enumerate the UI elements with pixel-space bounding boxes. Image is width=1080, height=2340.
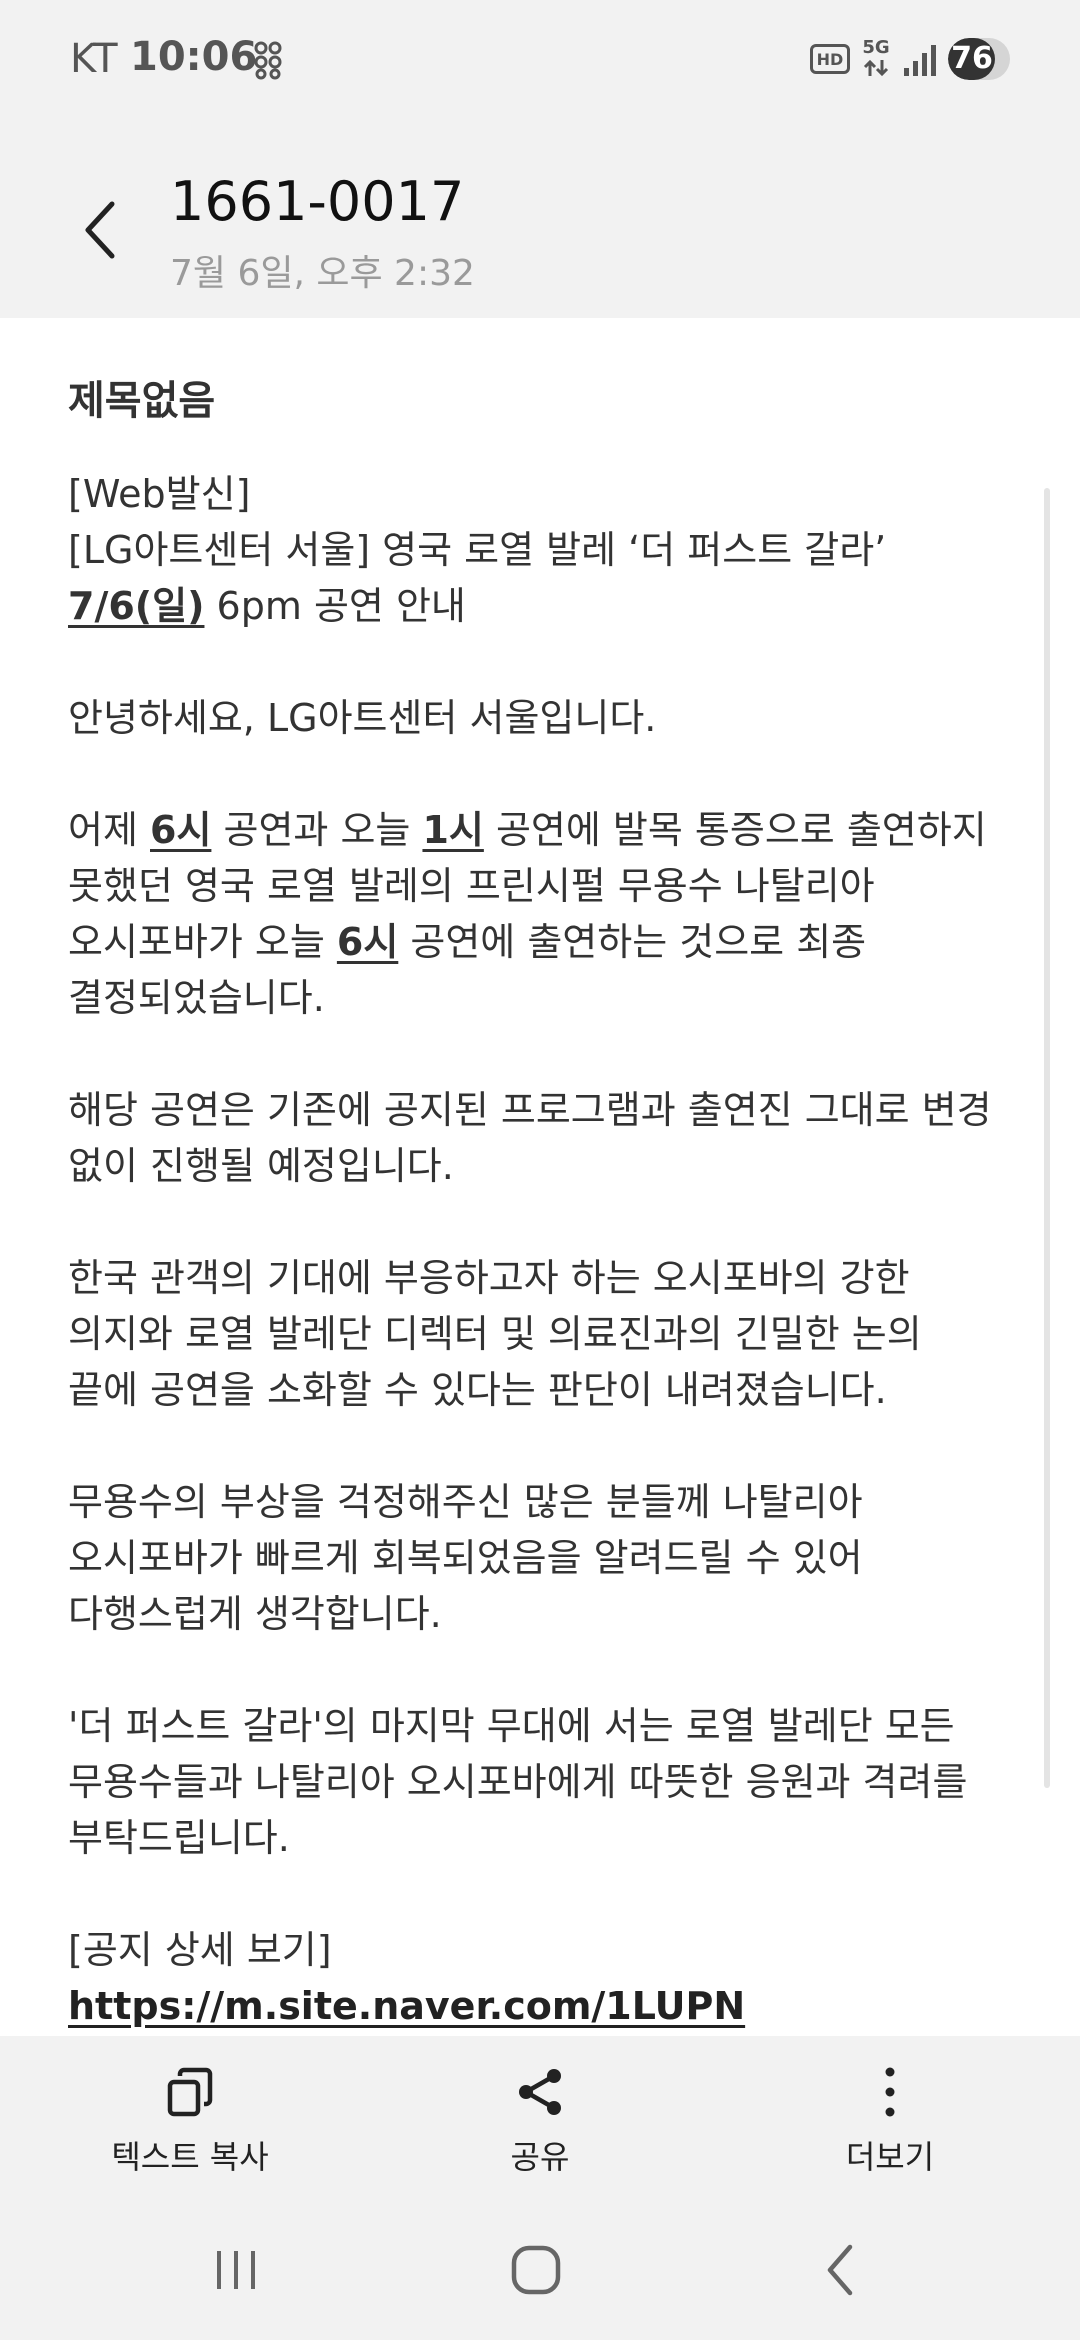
network-type-label: 5G (862, 37, 890, 58)
body-line: 부탁드립니다. (68, 1816, 290, 1860)
battery-percent: 76 (951, 41, 993, 76)
body-line: 7/6(일) 6pm 공연 안내 (68, 578, 1028, 634)
data-arrows-icon (863, 59, 889, 77)
body-line: 안녕하세요, LG아트센터 서울입니다. (68, 696, 657, 740)
body-line: 다행스럽게 생각합니다. (68, 1592, 442, 1636)
home-button[interactable] (496, 2240, 576, 2300)
share-button[interactable]: 공유 (410, 2066, 670, 2186)
body-line: 무용수의 부상을 걱정해주신 많은 분들께 나탈리아 (68, 1480, 863, 1524)
body-text: 공연에 발목 통증으로 출연하지 (483, 808, 987, 852)
message-content[interactable]: 제목없음 [Web발신] [LG아트센터 서울] 영국 로열 발레 ‘더 퍼스트… (0, 318, 1080, 2036)
body-line: 오시포바가 빠르게 회복되었음을 알려드릴 수 있어 (68, 1536, 863, 1580)
body-line: [LG아트센터 서울] 영국 로열 발레 ‘더 퍼스트 갈라’ (68, 528, 887, 572)
body-line: 의지와 로열 발레단 디렉터 및 의료진과의 긴밀한 논의 (68, 1312, 922, 1356)
carrier-label: KT (70, 36, 118, 82)
body-text: 공연과 오늘 (211, 808, 423, 852)
signal-icon (904, 45, 936, 76)
back-button[interactable] (60, 190, 140, 270)
scrollbar[interactable] (1044, 488, 1050, 1788)
battery-indicator: 76 (948, 38, 1010, 80)
highlight-time[interactable]: 6시 (150, 808, 211, 852)
notice-link[interactable]: https://m.site.naver.com/1LUPN (68, 1984, 745, 2028)
more-label: 더보기 (845, 2138, 935, 2176)
back-arrow-icon (827, 2244, 853, 2296)
body-text: 오시포바가 오늘 (68, 920, 337, 964)
highlight-time[interactable]: 6시 (337, 920, 398, 964)
copy-icon (167, 2067, 213, 2117)
sender-number: 1661-0017 (170, 170, 465, 233)
body-line: 무용수들과 나탈리아 오시포바에게 따뜻한 응원과 격려를 (68, 1760, 968, 1804)
status-time: 10:06 (130, 34, 258, 80)
share-icon (519, 2069, 561, 2115)
body-line: 오시포바가 오늘 6시 공연에 출연하는 것으로 최종 (68, 914, 1028, 970)
body-line: [공지 상세 보기] (68, 1928, 332, 1972)
message-body: [Web발신] [LG아트센터 서울] 영국 로열 발레 ‘더 퍼스트 갈라’ … (68, 466, 1028, 2034)
home-icon (511, 2245, 561, 2295)
copy-text-label: 텍스트 복사 (111, 2138, 269, 2176)
body-text: 공연에 출연하는 것으로 최종 (398, 920, 867, 964)
screen: KT 10:06 HD 5G 76 1661-0017 7월 6일, 오후 2:… (0, 0, 1080, 2340)
body-line: 어제 6시 공연과 오늘 1시 공연에 발목 통증으로 출연하지 (68, 802, 1028, 858)
body-line: '더 퍼스트 갈라'의 마지막 무대에 서는 로열 발레단 모든 (68, 1704, 955, 1748)
body-text: 6pm 공연 안내 (204, 584, 466, 628)
body-line: 해당 공연은 기존에 공지된 프로그램과 출연진 그대로 변경 (68, 1088, 992, 1132)
copy-text-button[interactable]: 텍스트 복사 (60, 2066, 320, 2186)
action-bar: 텍스트 복사 공유 더보기 (0, 2036, 1080, 2206)
body-line: 한국 관객의 기대에 부응하고자 하는 오시포바의 강한 (68, 1256, 910, 1300)
more-button[interactable]: 더보기 (760, 2066, 1020, 2186)
message-timestamp: 7월 6일, 오후 2:32 (170, 253, 475, 294)
body-line: 결정되었습니다. (68, 976, 325, 1020)
body-line: 없이 진행될 예정입니다. (68, 1144, 454, 1188)
highlight-time[interactable]: 1시 (422, 808, 483, 852)
status-bar: KT 10:06 HD 5G 76 (0, 0, 1080, 120)
network-type-badge: 5G (858, 38, 894, 82)
body-line: [Web발신] (68, 472, 251, 516)
body-line: 끝에 공연을 소화할 수 있다는 판단이 내려졌습니다. (68, 1368, 887, 1412)
nfc-icon (254, 41, 282, 80)
body-text: 어제 (68, 808, 150, 852)
share-label: 공유 (510, 2138, 570, 2176)
chevron-left-icon (85, 201, 115, 259)
message-subject: 제목없음 (68, 378, 216, 424)
recent-apps-icon (217, 2251, 255, 2289)
hd-voice-badge: HD (810, 44, 850, 74)
message-header: 1661-0017 7월 6일, 오후 2:32 (0, 120, 1080, 318)
body-line: 못했던 영국 로열 발레의 프린시펄 무용수 나탈리아 (68, 864, 875, 908)
recent-apps-button[interactable] (196, 2240, 276, 2300)
body-line: https://m.site.naver.com/1LUPN (68, 1978, 1028, 2034)
more-vertical-icon (885, 2067, 895, 2117)
navigation-bar (0, 2206, 1080, 2340)
nav-back-button[interactable] (800, 2240, 880, 2300)
highlight-date[interactable]: 7/6(일) (68, 584, 204, 628)
